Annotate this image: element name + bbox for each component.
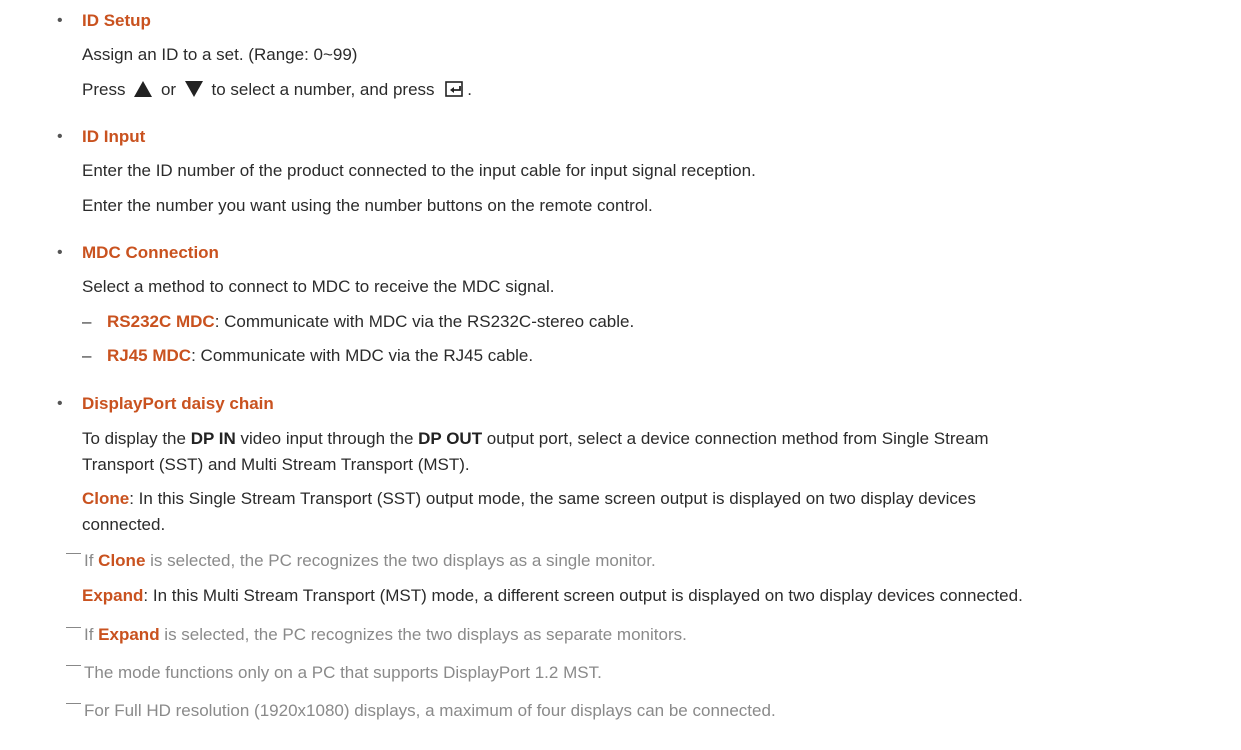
dp-text: output port, select a device connection … [482,429,989,448]
dp-desc-line-2: Transport (SST) and Multi Stream Transpo… [82,455,470,474]
dp-desc-line-1: To display the DP IN video input through… [82,428,989,450]
clone-desc: Clone: In this Single Stream Transport (… [82,488,976,510]
id-setup-instruction: Press or to select a number, and press . [82,79,472,101]
clone-label: Clone [82,489,130,508]
note-marker [66,703,81,704]
note-full-hd: For Full HD resolution (1920x1080) displ… [84,701,776,720]
bullet-dot: • [57,128,63,145]
instruction-period: . [467,80,473,99]
section-title-dp: DisplayPort daisy chain [82,394,274,413]
id-input-desc-2: Enter the number you want using the numb… [82,196,653,215]
note-expand-label: Expand [98,625,160,644]
bullet-dot: • [57,244,63,261]
instruction-text: Press [82,80,126,99]
id-input-desc-1: Enter the ID number of the product conne… [82,161,756,180]
note-clone-label: Clone [98,551,146,570]
mdc-item-name: RS232C MDC [107,312,215,331]
dash-marker: – [82,312,92,331]
bullet-dot: • [57,12,63,29]
note-clone: If Clone is selected, the PC recognizes … [84,550,656,572]
instruction-text-2: to select a number, and press [211,80,435,99]
dp-in-label: DP IN [190,429,236,448]
expand-text: : In this Multi Stream Transport (MST) m… [143,586,1023,605]
mdc-item-text: : Communicate with MDC via the RS232C-st… [214,312,635,331]
note-text: is selected, the PC recognizes the two d… [145,551,656,570]
note-text: If [84,625,99,644]
section-title-mdc: MDC Connection [82,243,219,262]
up-triangle-icon [134,81,153,97]
note-expand: If Expand is selected, the PC recognizes… [84,624,687,646]
mdc-item-name: RJ45 MDC [107,346,192,365]
instruction-or: or [160,80,177,99]
section-title-id-setup: ID Setup [82,11,151,30]
expand-label: Expand [82,586,144,605]
clone-text: : In this Single Stream Transport (SST) … [129,489,976,508]
clone-desc-line-2: connected. [82,515,166,534]
down-triangle-icon [184,81,203,97]
enter-key-icon [445,81,464,97]
mdc-item-rj45: RJ45 MDC: Communicate with MDC via the R… [107,345,533,367]
id-setup-range-text: Assign an ID to a set. (Range: 0~99) [82,45,358,64]
note-mst-support: The mode functions only on a PC that sup… [84,663,602,682]
dash-marker: – [82,346,92,365]
dp-text: To display the [82,429,191,448]
mdc-item-rs232c: RS232C MDC: Communicate with MDC via the… [107,311,634,333]
note-text: is selected, the PC recognizes the two d… [159,625,687,644]
bullet-dot: • [57,395,63,412]
expand-desc: Expand: In this Multi Stream Transport (… [82,585,1023,607]
note-marker [66,627,81,628]
note-marker [66,665,81,666]
note-text: If [84,551,99,570]
mdc-desc: Select a method to connect to MDC to rec… [82,277,555,296]
note-marker [66,553,81,554]
section-title-id-input: ID Input [82,127,146,146]
mdc-item-text: : Communicate with MDC via the RJ45 cabl… [191,346,534,365]
dp-out-label: DP OUT [418,429,483,448]
dp-text: video input through the [235,429,419,448]
